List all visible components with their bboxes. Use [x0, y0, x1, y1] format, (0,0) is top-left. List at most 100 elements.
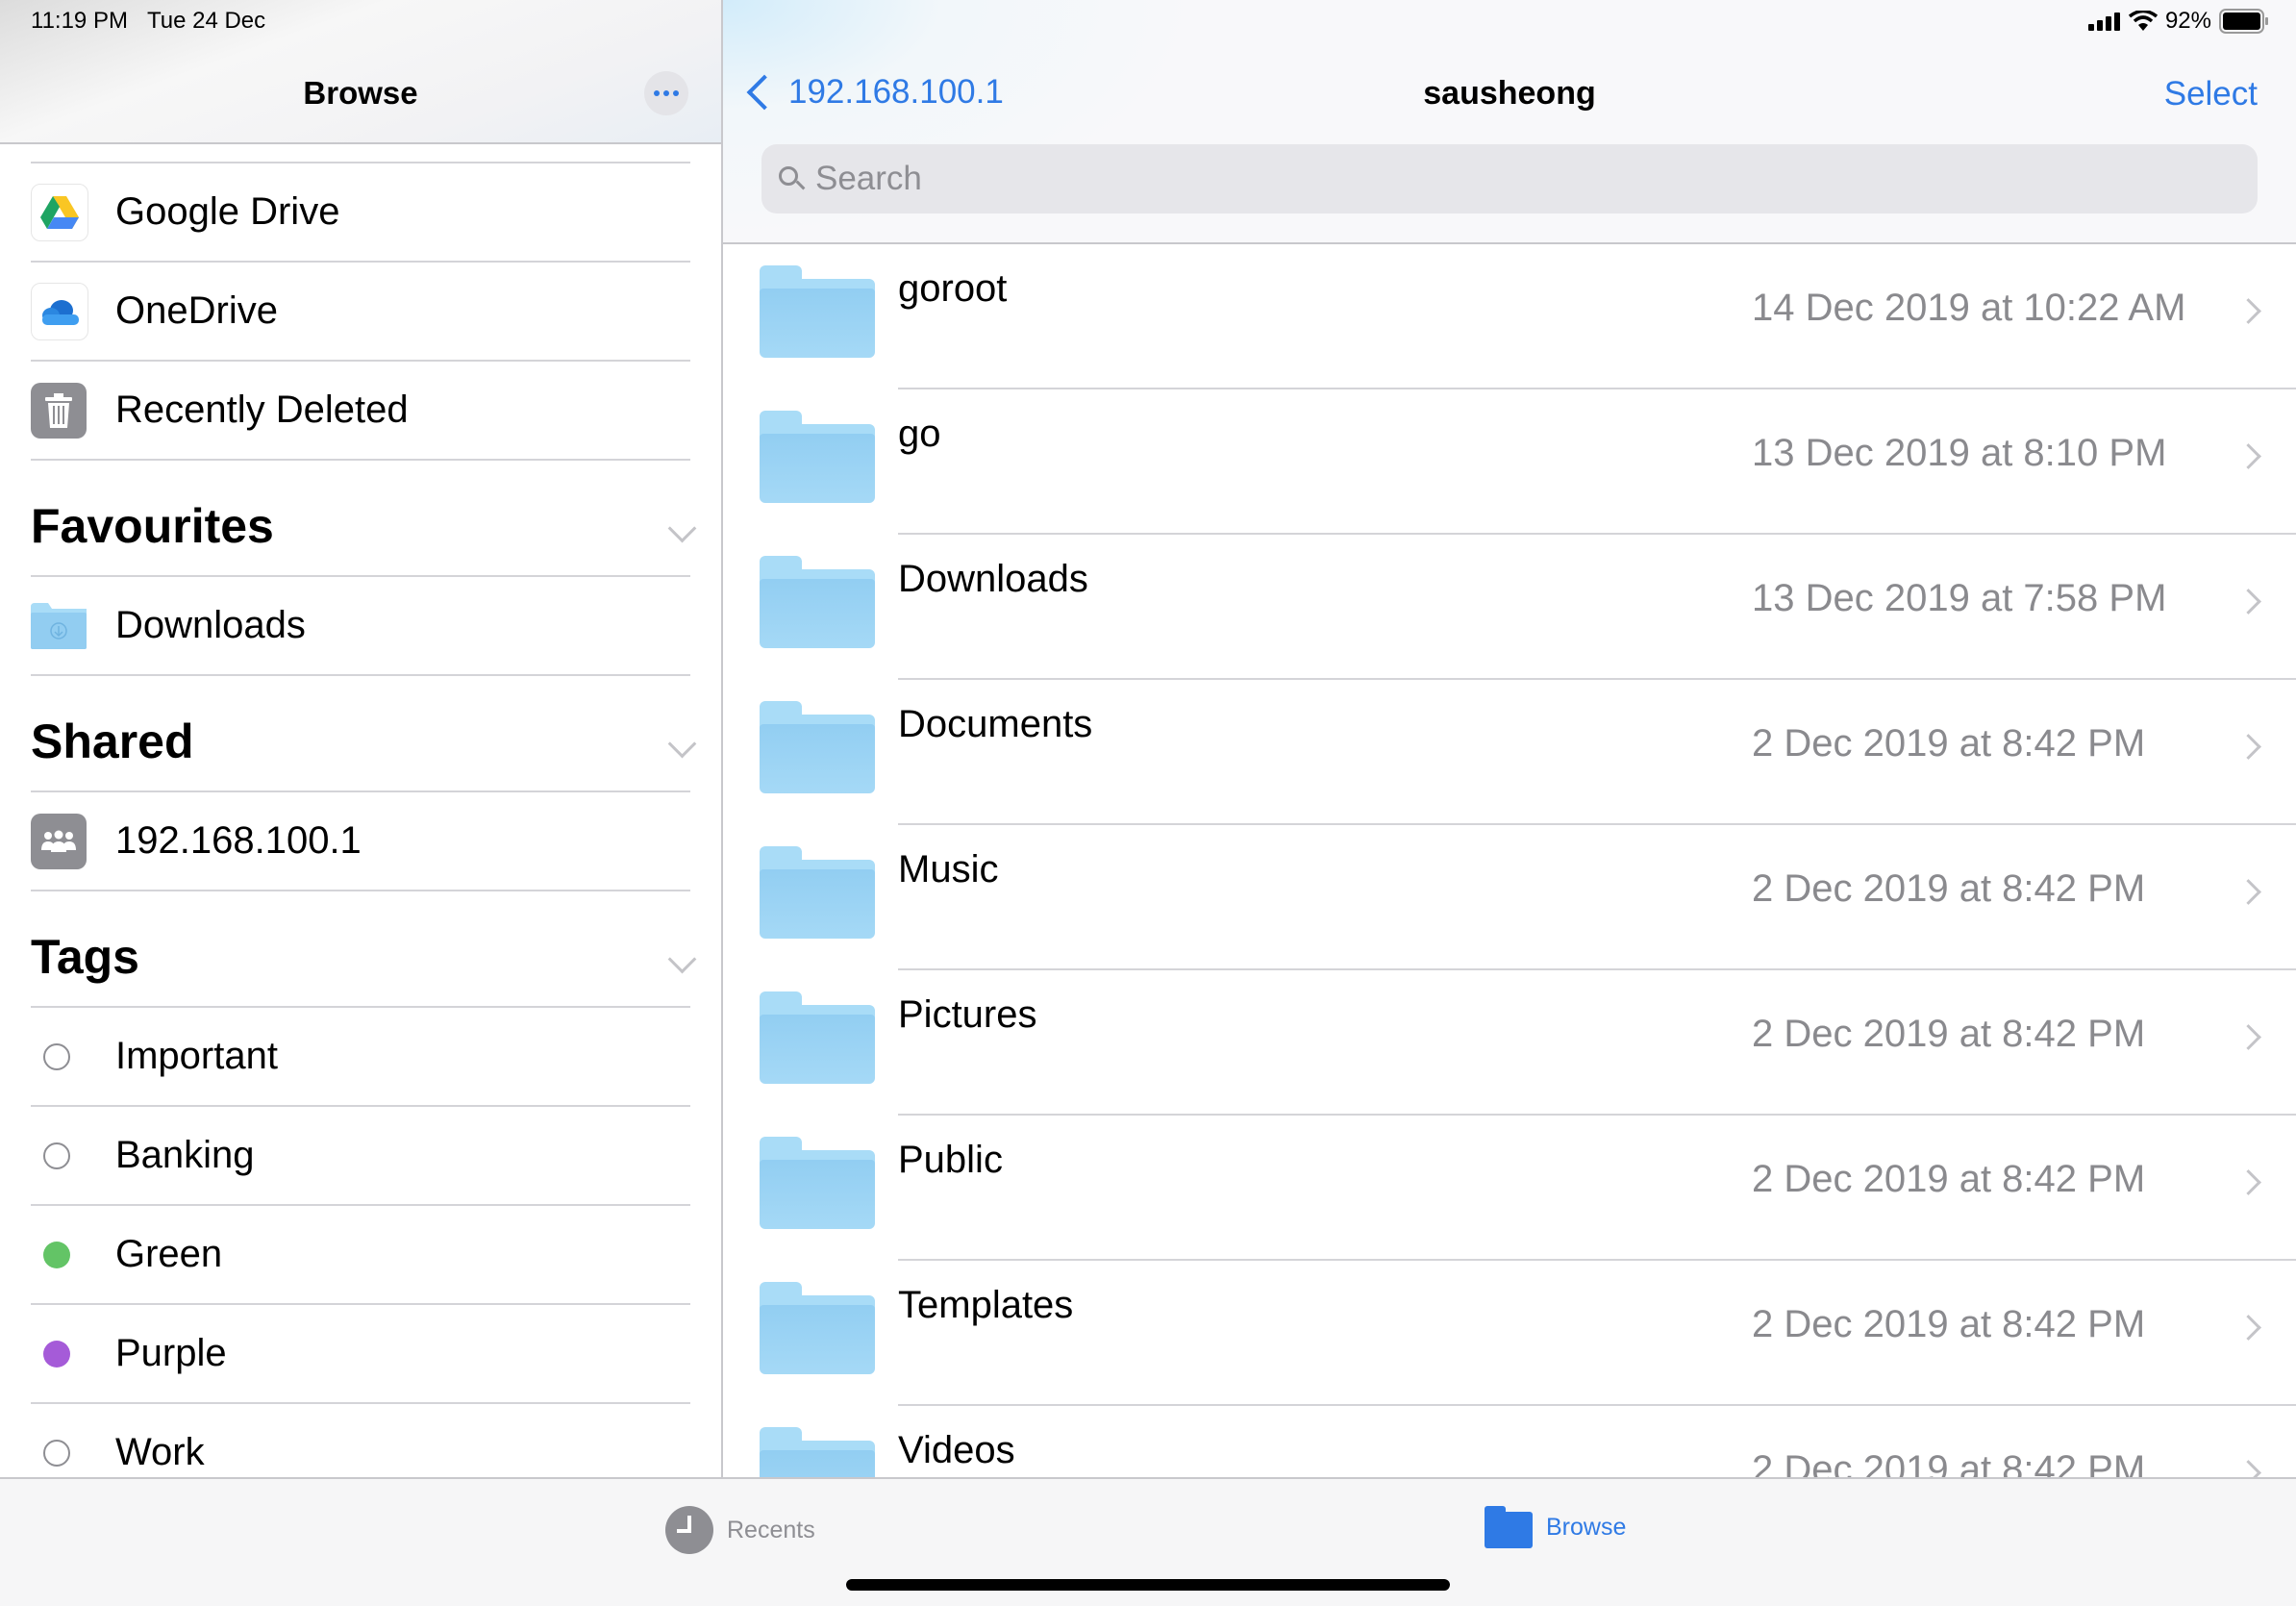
file-name: Documents [898, 703, 1093, 745]
sidebar-item-recently-deleted[interactable]: Recently Deleted [0, 362, 721, 459]
separator [31, 459, 690, 461]
folder-icon [760, 1137, 875, 1229]
tag-green-dot-icon [43, 1241, 70, 1268]
sidebar-item-google-drive[interactable]: Google Drive [0, 163, 721, 261]
sidebar-tag-work[interactable]: Work [0, 1404, 721, 1479]
file-list: goroot 14 Dec 2019 at 10:22 AM go 13 Dec… [723, 244, 2296, 1479]
cellular-signal-icon [2087, 13, 2120, 31]
status-indicators: 92% [2087, 8, 2269, 35]
file-name: Templates [898, 1284, 1074, 1326]
file-name: Downloads [898, 558, 1088, 600]
file-date: 2 Dec 2019 at 8:42 PM [1752, 1448, 2146, 1479]
sidebar-item-label: Recently Deleted [115, 389, 409, 431]
home-indicator[interactable] [846, 1579, 1450, 1591]
file-row[interactable]: Music 2 Dec 2019 at 8:42 PM [723, 825, 2296, 970]
folder-icon [760, 701, 875, 793]
ellipsis-dot [673, 90, 679, 96]
folder-icon [760, 846, 875, 939]
file-date: 2 Dec 2019 at 8:42 PM [1752, 1303, 2146, 1345]
file-name: Music [898, 848, 999, 891]
sidebar: Browse Google Drive OneDrive Recently De… [0, 0, 721, 1479]
file-name: Videos [898, 1429, 1015, 1471]
tag-label: Green [115, 1233, 223, 1275]
chevron-right-icon [2235, 879, 2261, 905]
status-bar: 11:19 PM Tue 24 Dec 92% [0, 0, 2296, 46]
section-shared-header[interactable]: Shared [0, 685, 721, 790]
time-text: 11:19 PM [31, 8, 128, 34]
file-row[interactable]: Downloads 13 Dec 2019 at 7:58 PM [723, 535, 2296, 680]
file-name: go [898, 413, 941, 455]
downloads-folder-icon [31, 598, 87, 654]
file-row[interactable]: Templates 2 Dec 2019 at 8:42 PM [723, 1261, 2296, 1406]
clock-icon [665, 1506, 713, 1554]
ellipsis-dot [663, 90, 669, 96]
section-title: Favourites [31, 499, 274, 553]
main-pane: 192.168.100.1 sausheong Select goroot 14… [723, 0, 2296, 1479]
wifi-icon [2128, 11, 2158, 31]
section-favourites-header[interactable]: Favourites [0, 469, 721, 575]
file-row[interactable]: go 13 Dec 2019 at 8:10 PM [723, 389, 2296, 535]
search-input[interactable] [813, 159, 2163, 199]
tab-label: Browse [1546, 1513, 1627, 1541]
trash-icon [31, 382, 87, 439]
sidebar-tag-banking[interactable]: Banking [0, 1107, 721, 1204]
chevron-right-icon [2235, 1024, 2261, 1050]
tag-label: Work [115, 1431, 205, 1473]
chevron-right-icon [2235, 734, 2261, 760]
more-options-button[interactable] [644, 71, 688, 115]
folder-icon [760, 556, 875, 648]
battery-icon [2219, 9, 2268, 34]
tab-recents[interactable]: Recents [665, 1506, 815, 1554]
tab-label: Recents [727, 1516, 815, 1543]
file-name: goroot [898, 267, 1008, 310]
file-date: 2 Dec 2019 at 8:42 PM [1752, 1158, 2146, 1200]
file-date: 13 Dec 2019 at 8:10 PM [1752, 432, 2167, 474]
folder-icon [760, 1282, 875, 1374]
file-row[interactable]: goroot 14 Dec 2019 at 10:22 AM [723, 244, 2296, 389]
section-tags-header[interactable]: Tags [0, 900, 721, 1006]
tag-purple-dot-icon [43, 1340, 70, 1368]
sidebar-tag-green[interactable]: Green [0, 1206, 721, 1303]
sidebar-title: Browse [303, 75, 418, 111]
section-title: Tags [31, 930, 139, 984]
onedrive-icon [31, 282, 88, 340]
section-title: Shared [31, 715, 194, 768]
sidebar-item-label: Google Drive [115, 190, 340, 233]
sidebar-tag-important[interactable]: Important [0, 1008, 721, 1105]
tag-label: Banking [115, 1134, 255, 1176]
folder-title: sausheong [1423, 75, 1596, 112]
folder-icon [1485, 1506, 1533, 1548]
file-row[interactable]: Pictures 2 Dec 2019 at 8:42 PM [723, 970, 2296, 1116]
status-time: 11:19 PM Tue 24 Dec [31, 8, 265, 35]
separator [31, 674, 690, 676]
sidebar-tag-purple[interactable]: Purple [0, 1305, 721, 1402]
sidebar-item-onedrive[interactable]: OneDrive [0, 263, 721, 360]
chevron-right-icon [2235, 1315, 2261, 1341]
search-bar[interactable] [761, 144, 2258, 213]
file-row[interactable]: Public 2 Dec 2019 at 8:42 PM [723, 1116, 2296, 1261]
chevron-right-icon [2235, 1460, 2261, 1479]
file-date: 2 Dec 2019 at 8:42 PM [1752, 867, 2146, 910]
battery-percent: 92% [2164, 8, 2211, 34]
select-button[interactable]: Select [2164, 75, 2258, 113]
tag-circle-icon [43, 1042, 70, 1070]
google-drive-icon [31, 183, 88, 241]
file-row[interactable]: Documents 2 Dec 2019 at 8:42 PM [723, 680, 2296, 825]
folder-icon [760, 991, 875, 1084]
tag-label: Purple [115, 1332, 227, 1374]
file-date: 2 Dec 2019 at 8:42 PM [1752, 1013, 2146, 1055]
sidebar-item-shared-server[interactable]: 192.168.100.1 [0, 792, 721, 890]
file-date: 2 Dec 2019 at 8:42 PM [1752, 722, 2146, 765]
chevron-right-icon [2235, 1169, 2261, 1195]
date-text: Tue 24 Dec [146, 8, 266, 34]
tab-browse[interactable]: Browse [1485, 1506, 1626, 1548]
chevron-down-icon[interactable] [667, 944, 697, 974]
sidebar-item-downloads[interactable]: Downloads [0, 577, 721, 674]
chevron-down-icon[interactable] [667, 729, 697, 759]
shared-server-icon [31, 813, 87, 869]
sidebar-item-label: 192.168.100.1 [115, 819, 362, 862]
file-row[interactable]: Videos 2 Dec 2019 at 8:42 PM [723, 1406, 2296, 1479]
tag-circle-icon [43, 1439, 70, 1467]
chevron-down-icon[interactable] [667, 514, 697, 543]
sidebar-item-label: Downloads [115, 604, 306, 646]
